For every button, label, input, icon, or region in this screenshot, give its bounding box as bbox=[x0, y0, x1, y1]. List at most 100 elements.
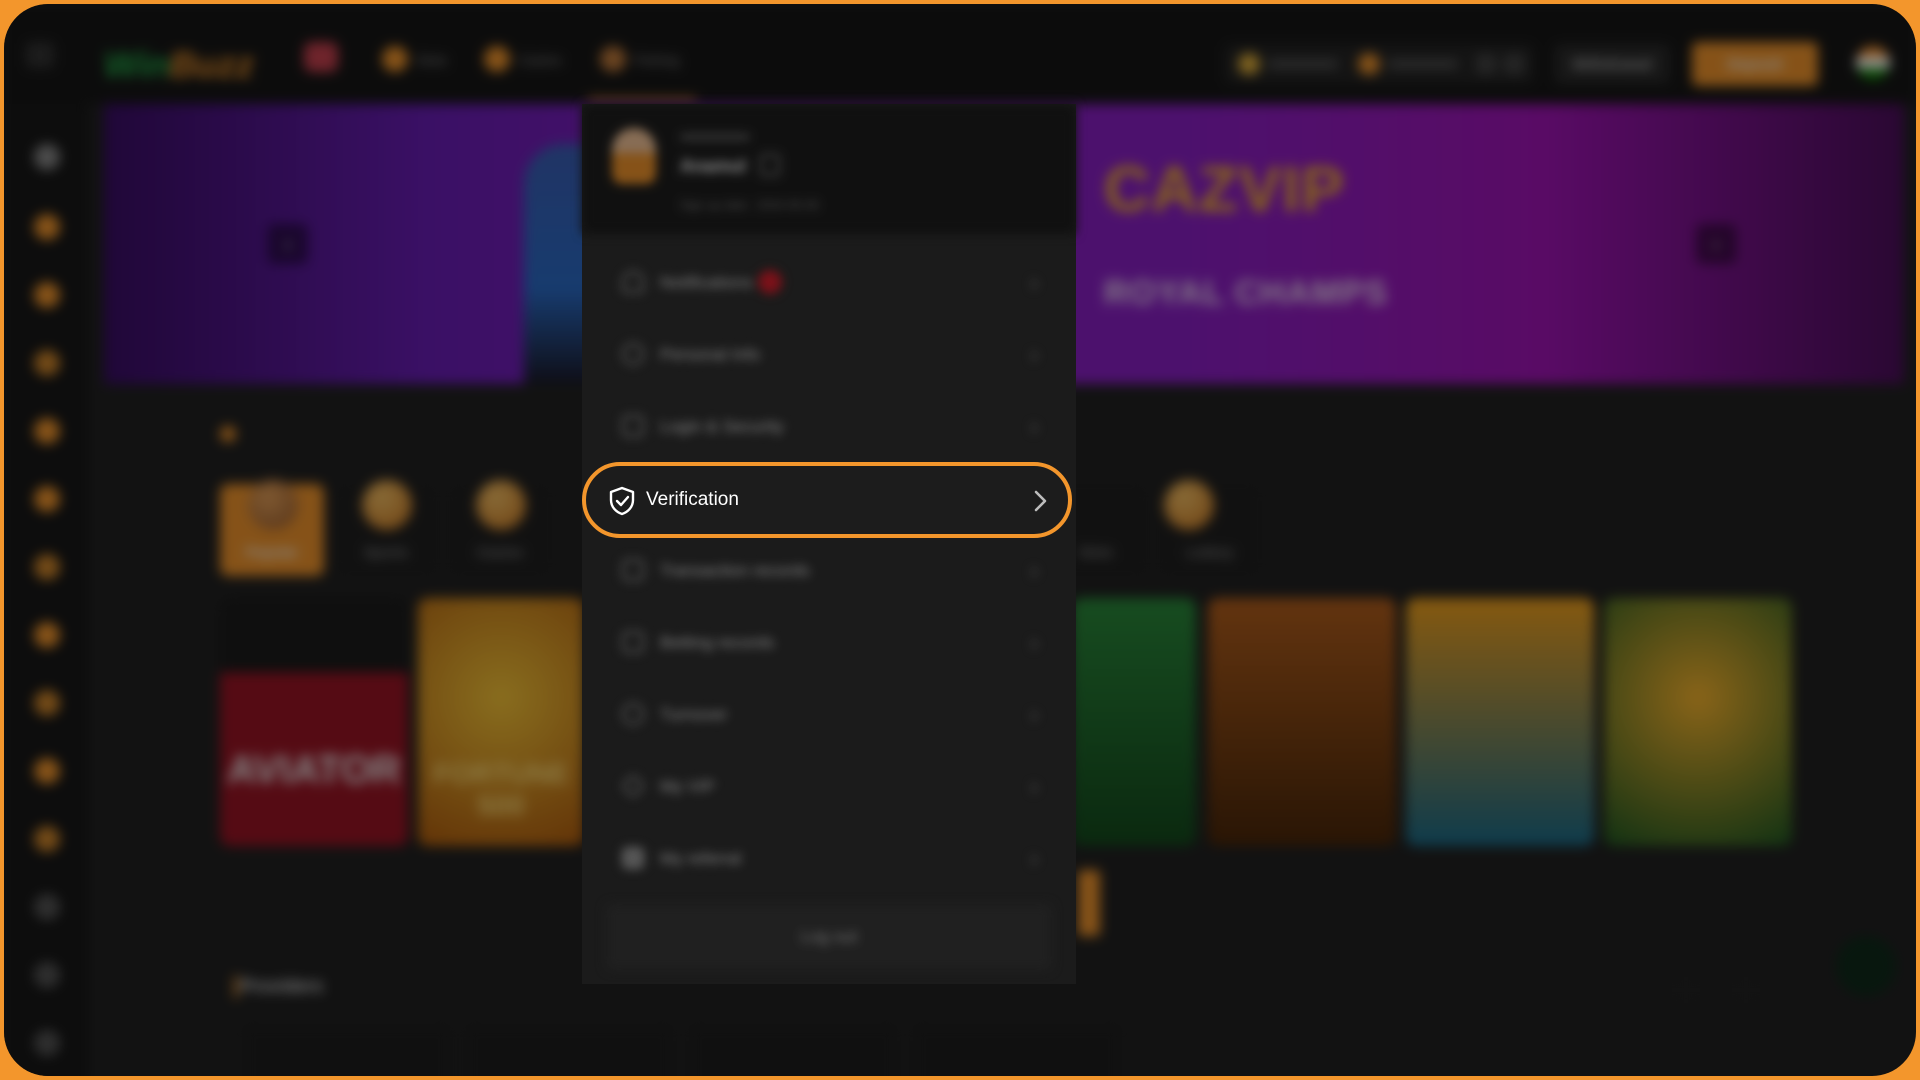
sidebar-lottery-icon[interactable] bbox=[34, 622, 60, 648]
menu-item-notifications[interactable]: Notifications › bbox=[602, 254, 1056, 312]
lock-icon bbox=[622, 415, 644, 437]
sidebar-diamond-icon[interactable] bbox=[34, 144, 60, 170]
chevron-right-icon: › bbox=[1030, 270, 1038, 295]
category-lottery-label: Lottery bbox=[1186, 544, 1234, 560]
logo-text-win: Win bbox=[104, 44, 170, 85]
sports-ball-icon bbox=[362, 480, 412, 530]
menu-item-my-vip[interactable]: My VIP › bbox=[602, 758, 1056, 816]
menu-item-label: Turnover bbox=[660, 705, 728, 724]
withdraw-button[interactable]: Withdrawal bbox=[1554, 44, 1670, 84]
menu-item-login-security[interactable]: Login & Security › bbox=[602, 398, 1056, 456]
menu-item-label: Login & Security bbox=[660, 417, 784, 436]
site-logo[interactable]: WinBuzz bbox=[104, 44, 254, 86]
verification-label: Verification bbox=[646, 489, 739, 510]
user-icon bbox=[622, 343, 644, 365]
category-sports-label: Sports bbox=[363, 544, 409, 560]
game-fortune-label: FORTUNE 500 bbox=[433, 758, 569, 821]
sidebar-casino-icon[interactable] bbox=[34, 418, 60, 444]
nav-slots[interactable]: Slots bbox=[416, 52, 447, 68]
category-casino-label: Casino bbox=[476, 544, 524, 560]
promo-gift-icon[interactable] bbox=[304, 42, 338, 72]
provider-card[interactable] bbox=[464, 1024, 674, 1076]
banner-subtitle: ROYAL CHAMPS bbox=[1104, 274, 1389, 312]
lottery-ball-icon bbox=[1164, 480, 1214, 530]
bonus-coin-icon bbox=[1358, 53, 1380, 75]
sidebar-promo-icon[interactable] bbox=[34, 214, 60, 240]
sidebar-slots-icon[interactable] bbox=[34, 486, 60, 512]
casino-chip-icon bbox=[476, 480, 526, 530]
signup-date: Sign up date : 2024-05-06 bbox=[680, 198, 819, 212]
game-card-fortune[interactable]: FORTUNE 500 bbox=[418, 598, 584, 846]
sidebar-referral-icon[interactable] bbox=[34, 962, 60, 988]
providers-prev-icon[interactable] bbox=[1672, 976, 1700, 1004]
scroll-indicator[interactable] bbox=[1078, 870, 1100, 936]
chevron-right-icon: › bbox=[1030, 414, 1038, 439]
banner-prev-arrow-icon[interactable]: ‹ bbox=[268, 224, 308, 264]
deposit-button[interactable]: Deposit bbox=[1692, 42, 1818, 86]
clock-icon bbox=[622, 703, 644, 725]
india-flag-icon[interactable] bbox=[1856, 46, 1890, 80]
chevron-right-icon: › bbox=[1030, 630, 1038, 655]
logout-button[interactable]: Log out bbox=[606, 904, 1052, 970]
menu-item-turnover[interactable]: Turnover › bbox=[602, 686, 1056, 744]
sidebar-table-icon[interactable] bbox=[34, 826, 60, 852]
banner-next-arrow-icon[interactable]: › bbox=[1696, 224, 1736, 264]
app-frame: WinBuzz Slots Casino Fishing Withdrawal … bbox=[4, 4, 1916, 1076]
balance-box[interactable] bbox=[1224, 44, 1534, 84]
menu-item-personal-info[interactable]: Personal Info › bbox=[602, 326, 1056, 384]
chevron-right-icon bbox=[1034, 490, 1047, 512]
providers-title: Providers bbox=[240, 976, 324, 996]
provider-card[interactable] bbox=[688, 1024, 898, 1076]
menu-item-label: Transaction records bbox=[660, 561, 810, 580]
referral-icon bbox=[622, 847, 644, 869]
game-card-golden[interactable] bbox=[1406, 598, 1594, 846]
nav-casino[interactable]: Casino bbox=[518, 52, 562, 68]
sidebar-fishing-icon[interactable] bbox=[34, 554, 60, 580]
balance-value-placeholder bbox=[1268, 61, 1338, 67]
menu-item-my-referral[interactable]: My referral › bbox=[602, 830, 1056, 888]
menu-item-label: Notifications bbox=[660, 273, 753, 292]
chat-support-icon[interactable] bbox=[1836, 936, 1896, 996]
menu-item-transaction-records[interactable]: Transaction records › bbox=[602, 542, 1056, 600]
slots-icon[interactable] bbox=[382, 46, 408, 72]
game-card-treasure[interactable] bbox=[1208, 598, 1396, 846]
eye-icon[interactable] bbox=[1476, 54, 1496, 74]
popular-crown-icon bbox=[248, 480, 298, 530]
casino-icon[interactable] bbox=[484, 46, 510, 72]
username: Anamul bbox=[680, 156, 747, 176]
game-card-green[interactable] bbox=[1072, 598, 1196, 846]
game-card-super-tiger[interactable] bbox=[1604, 598, 1792, 846]
providers-next-icon[interactable] bbox=[1732, 976, 1760, 1004]
game-card-aviator[interactable]: AVIATOR bbox=[220, 598, 408, 846]
document-icon bbox=[622, 631, 644, 653]
provider-card[interactable] bbox=[912, 1024, 1122, 1076]
sidebar-vip-icon[interactable] bbox=[34, 894, 60, 920]
sidebar-hot-icon[interactable] bbox=[34, 282, 60, 308]
provider-card[interactable] bbox=[242, 1024, 452, 1076]
menu-item-verification[interactable]: Verification bbox=[582, 462, 1072, 538]
menu-item-label: Personal Info bbox=[660, 345, 761, 364]
copy-icon[interactable] bbox=[760, 154, 780, 176]
category-popular-label: Popular bbox=[245, 544, 299, 560]
hamburger-menu-icon[interactable] bbox=[26, 42, 54, 68]
profile-header: Anamul Sign up date : 2024-05-06 bbox=[582, 104, 1076, 234]
chevron-right-icon: › bbox=[1030, 702, 1038, 727]
refresh-icon[interactable] bbox=[1504, 54, 1524, 74]
nav-fishing[interactable]: Fishing bbox=[634, 52, 679, 68]
menu-item-label: My referral bbox=[660, 849, 742, 868]
chevron-right-icon: › bbox=[1030, 846, 1038, 871]
section-fire-icon bbox=[220, 426, 236, 442]
sidebar-sports-icon[interactable] bbox=[34, 350, 60, 376]
notification-badge bbox=[758, 270, 782, 294]
banner-brand: CAZVIP bbox=[1104, 153, 1345, 225]
fishing-icon[interactable] bbox=[600, 46, 626, 72]
sidebar-cards-icon[interactable] bbox=[34, 758, 60, 784]
sidebar-arcade-icon[interactable] bbox=[34, 690, 60, 716]
user-id-placeholder bbox=[680, 134, 750, 140]
sidebar-support-icon[interactable] bbox=[34, 1030, 60, 1056]
coin-icon bbox=[1238, 53, 1260, 75]
chevron-right-icon: › bbox=[1030, 342, 1038, 367]
menu-item-label: Betting records bbox=[660, 633, 775, 652]
bell-icon bbox=[622, 271, 644, 293]
menu-item-betting-records[interactable]: Betting records › bbox=[602, 614, 1056, 672]
